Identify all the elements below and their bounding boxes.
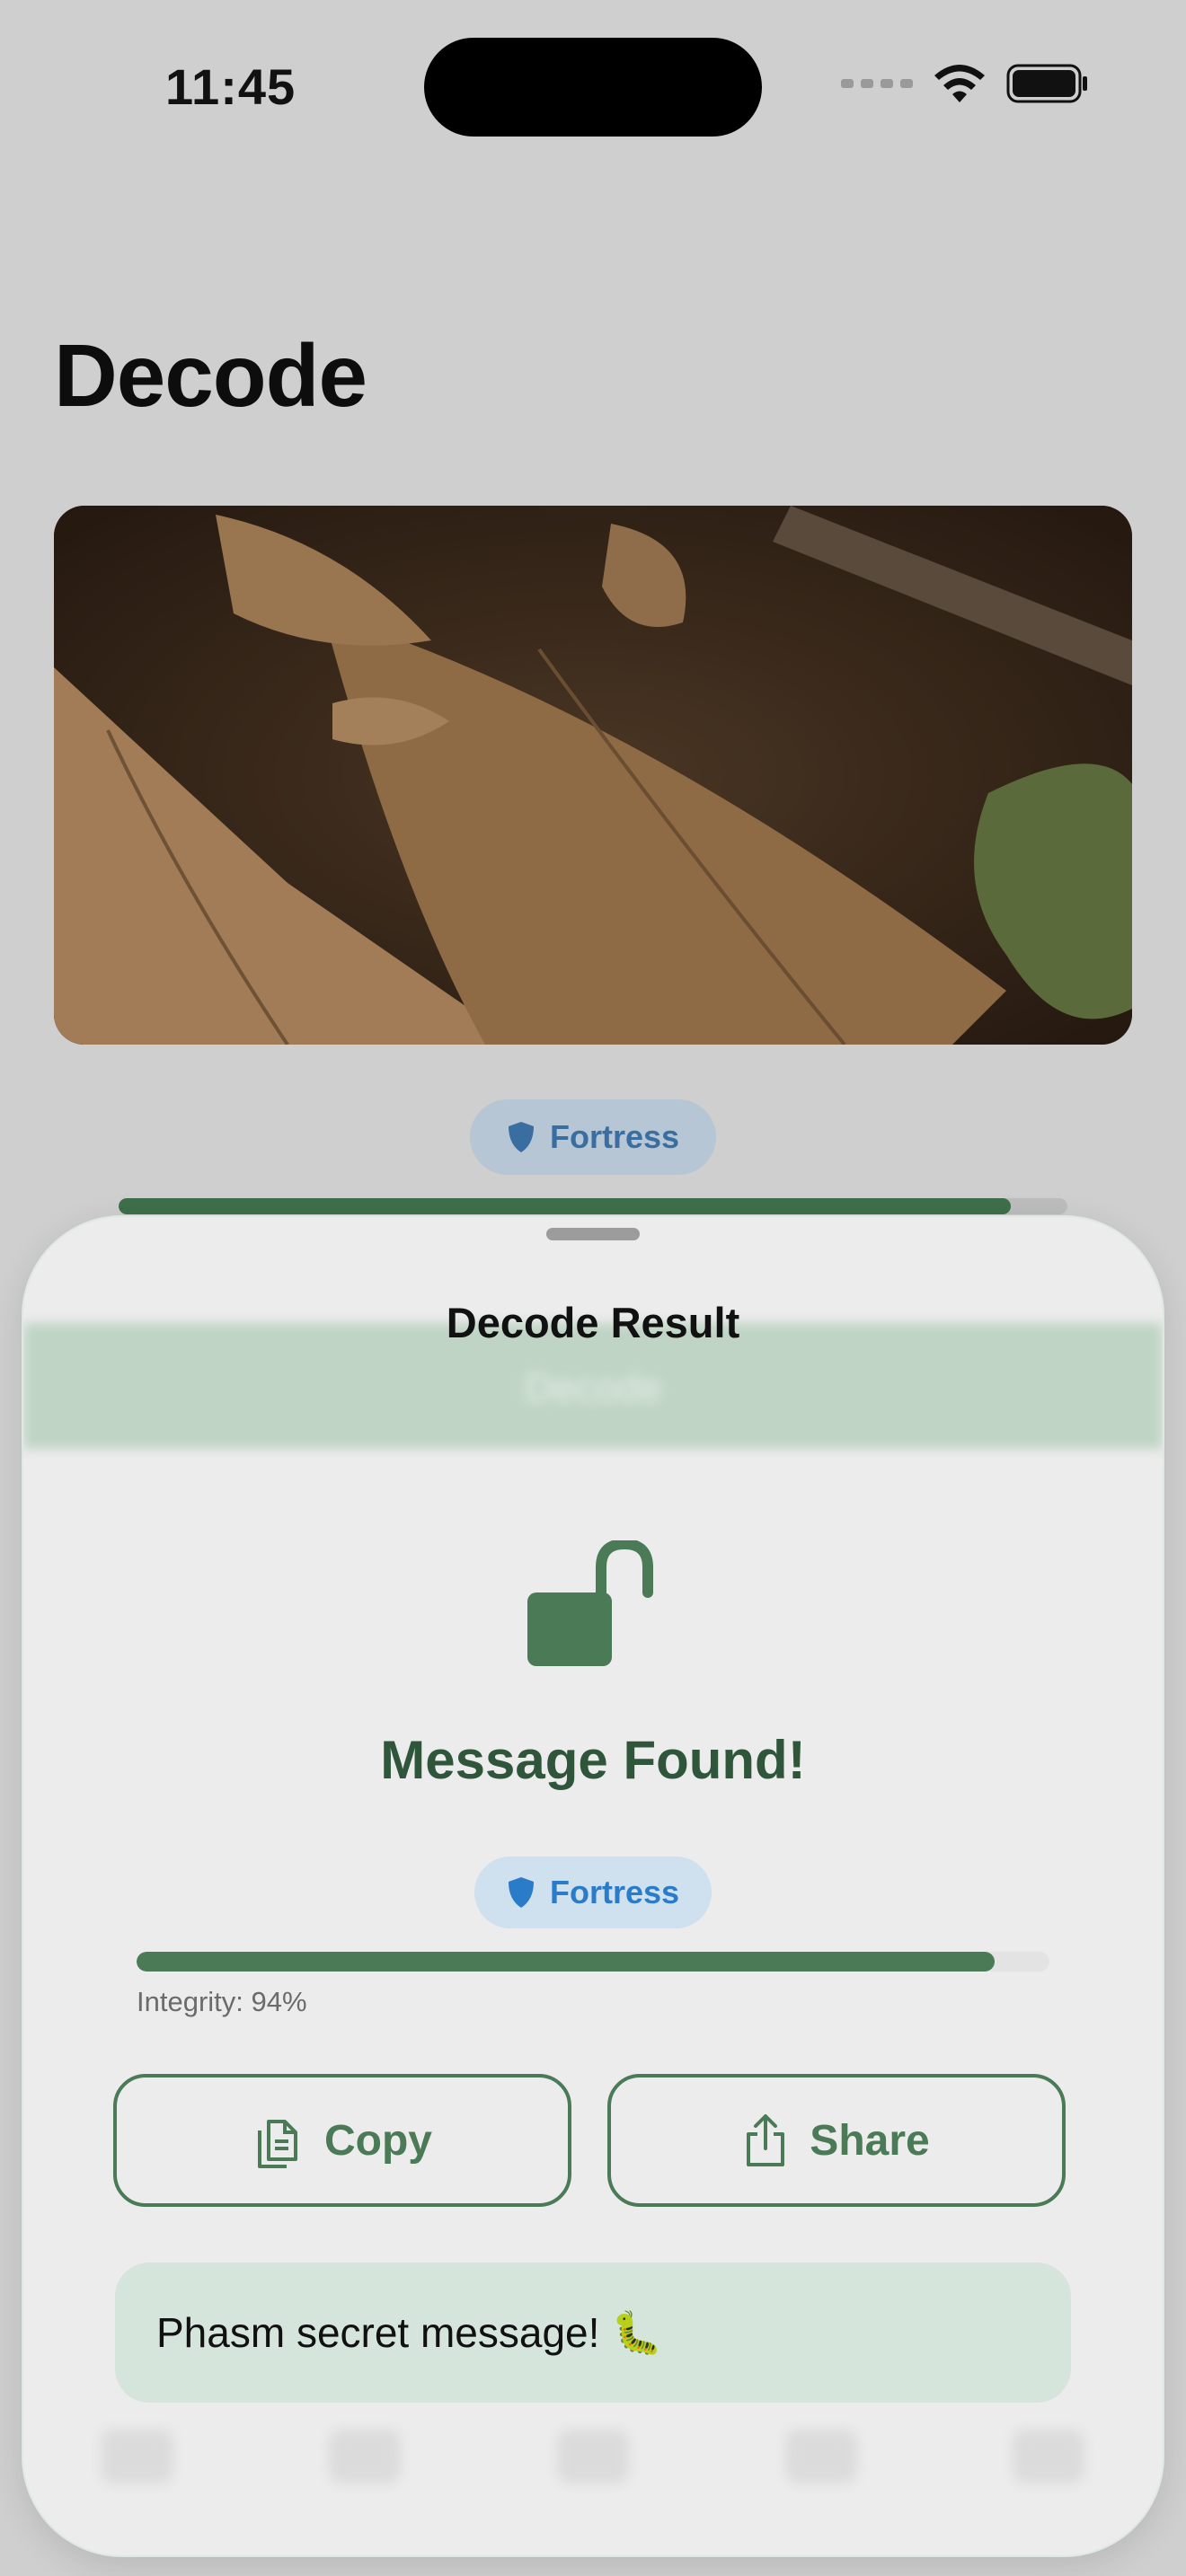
battery-icon — [1006, 64, 1087, 103]
protection-badge-label: Fortress — [549, 1874, 680, 1910]
unlock-icon — [527, 1540, 653, 1666]
selected-photo[interactable] — [54, 506, 1132, 1045]
decode-result-sheet: Decode Decode Result Message Found! Fort… — [23, 1217, 1163, 2555]
integrity-bar — [137, 1952, 1049, 1972]
sheet-grabber[interactable] — [546, 1228, 640, 1240]
sheet-title: Decode Result — [446, 1299, 740, 1346]
shield-icon — [508, 1122, 534, 1152]
integrity-label: Integrity: 94% — [137, 1986, 307, 2017]
background-integrity-bar — [119, 1198, 1067, 1214]
status-time: 11:45 — [165, 58, 296, 115]
result-heading: Message Found! — [380, 1730, 806, 1790]
protection-badge-label: Fortress — [549, 1118, 680, 1155]
decoded-message: Phasm secret message! 🐛 — [115, 2263, 1071, 2403]
copy-button[interactable]: Copy — [113, 2074, 571, 2207]
status-icons — [841, 63, 1089, 104]
copy-button-label: Copy — [324, 2116, 432, 2165]
ghost-tab-bar — [23, 2385, 1163, 2519]
page-title: Decode — [54, 326, 367, 425]
protection-badge: Fortress — [474, 1857, 712, 1928]
wifi-icon — [934, 65, 985, 102]
share-button-label: Share — [810, 2116, 930, 2165]
cellular-icon — [841, 79, 913, 88]
dynamic-island — [424, 38, 762, 137]
share-button[interactable]: Share — [607, 2074, 1066, 2207]
copy-icon — [258, 2120, 297, 2168]
protection-badge: Fortress — [470, 1099, 716, 1175]
shield-icon — [508, 1877, 534, 1908]
leaf-photo-image — [54, 506, 1132, 1045]
share-icon — [747, 2114, 785, 2166]
